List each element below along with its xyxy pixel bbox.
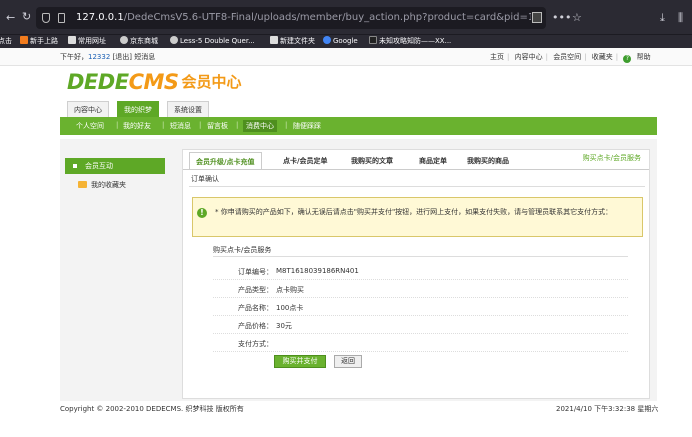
order-confirm-title: 订单确认: [191, 175, 219, 183]
tab-upgrade-recharge[interactable]: 会员升级/点卡充值: [189, 152, 262, 170]
buy-card-link[interactable]: 购买点卡/会员服务: [583, 153, 641, 163]
member-topbar: 下午好，12332 [退出] 短消息 主页 | 内容中心 | 会员空间 | 收藏夹 | …: [0, 48, 692, 66]
product-name: 100点卡: [276, 304, 304, 312]
firefox-icon: [20, 36, 28, 44]
bookmark-star-icon[interactable]: ☆: [572, 11, 582, 24]
shield-icon: [42, 13, 50, 23]
bookmarks-bar: 点击 新手上路 常用网址 京东商城 Less-5 Double Quer... …: [0, 34, 692, 48]
divider: [189, 186, 645, 187]
globe-icon: [120, 36, 128, 44]
bookmark-folder[interactable]: 新建文件夹: [270, 36, 315, 46]
product-price: 30元: [276, 322, 292, 330]
tab-product-orders[interactable]: 商品定单: [413, 152, 453, 170]
detail-row: 订单编号： M8T1618039186RN401: [213, 262, 628, 280]
bookmark-item[interactable]: 京东商城: [120, 36, 158, 46]
google-icon: [323, 36, 331, 44]
browser-toolbar: ← ↻ 127.0.0.1/DedeCmsV5.6-UTF8-Final/upl…: [0, 0, 692, 34]
back-icon[interactable]: ←: [6, 12, 15, 23]
greeting: 下午好，12332 [退出] 短消息: [60, 53, 156, 61]
link-member-space[interactable]: 会员空间: [553, 53, 581, 61]
link-content-center[interactable]: 内容中心: [515, 53, 543, 61]
site-icon: [369, 36, 377, 44]
subnav-guestbook[interactable]: 留言板: [207, 121, 228, 131]
sidebar-item-member-interaction[interactable]: 会员互动: [65, 158, 165, 174]
subnav-my-friends[interactable]: 我的好友: [123, 121, 151, 131]
help-icon: ?: [623, 55, 632, 63]
page-info-icon[interactable]: [58, 13, 65, 23]
more-options-icon[interactable]: •••: [552, 11, 571, 24]
tab-purchased-articles[interactable]: 我购买的文章: [345, 152, 399, 170]
tab-system-settings[interactable]: 系统设置: [167, 101, 209, 117]
notice-text: * 你申请购买的产品如下，确认无误后请点击"购买并支付"按钮，进行网上支付，如果…: [215, 208, 613, 216]
top-links: 主页 | 内容中心 | 会员空间 | 收藏夹 | ? 帮助: [490, 53, 651, 63]
bookmark-folder[interactable]: 常用网址: [68, 36, 106, 46]
bookmark-item[interactable]: 未知攻略知防——XX...: [369, 36, 451, 46]
sidebar: 会员互动 我的收藏夹: [65, 158, 165, 193]
user-id-link[interactable]: 12332: [88, 53, 110, 61]
reload-icon[interactable]: ↻: [22, 11, 31, 22]
tab-purchased-products[interactable]: 我购买的商品: [461, 152, 515, 170]
page: 下午好，12332 [退出] 短消息 主页 | 内容中心 | 会员空间 | 收藏夹 | …: [0, 48, 692, 437]
download-icon[interactable]: ⤓: [660, 11, 665, 25]
folder-icon: [68, 36, 76, 44]
tab-content-center[interactable]: 内容中心: [67, 101, 109, 117]
tab-card-orders[interactable]: 点卡/会员定单: [277, 152, 334, 170]
detail-row: 产品名称： 100点卡: [213, 298, 628, 316]
order-details: 订单编号： M8T1618039186RN401 产品类型： 点卡购买 产品名称： 1…: [213, 262, 628, 352]
folder-icon: [78, 181, 87, 188]
url-bar[interactable]: 127.0.0.1/DedeCmsV5.6-UTF8-Final/uploads…: [36, 7, 546, 29]
bookmark-item[interactable]: Google: [323, 36, 358, 45]
order-number: M8T1618039186RN401: [276, 267, 359, 275]
library-icon[interactable]: ⫼: [678, 11, 683, 25]
tabs-divider: [183, 169, 649, 170]
footer-datetime: 2021/4/10 下午3:32:38 星期六: [556, 405, 659, 413]
divider: [213, 256, 628, 257]
url-text[interactable]: 127.0.0.1/DedeCmsV5.6-UTF8-Final/uploads…: [76, 12, 531, 23]
sub-nav: 个人空间 | 我的好友 | 短消息 | 留言板 | 消费中心 | 随便踩踩: [60, 117, 657, 135]
sidebar-item-favorites[interactable]: 我的收藏夹: [65, 177, 165, 193]
subnav-messages[interactable]: 短消息: [170, 121, 191, 131]
detail-row: 支付方式：: [213, 334, 628, 352]
globe-icon: [170, 36, 178, 44]
bookmark-item[interactable]: 新手上路: [20, 36, 58, 46]
exclamation-icon: !: [197, 208, 207, 218]
tab-my-dream[interactable]: 我的织梦: [117, 101, 159, 117]
dedecms-logo[interactable]: DEDECMS 会员中心: [67, 70, 242, 94]
subnav-random-browse[interactable]: 随便踩踩: [293, 121, 321, 131]
section-title: 购买点卡/会员服务: [213, 246, 272, 254]
subnav-personal-space[interactable]: 个人空间: [76, 121, 104, 131]
link-favorites[interactable]: 收藏夹: [592, 53, 613, 61]
product-type: 点卡购买: [276, 286, 304, 294]
detail-row: 产品价格： 30元: [213, 316, 628, 334]
bullet-icon: [73, 164, 77, 168]
bookmark-item[interactable]: Less-5 Double Quer...: [170, 36, 255, 45]
link-help[interactable]: 帮助: [637, 53, 651, 61]
buy-and-pay-button[interactable]: 购买并支付: [274, 355, 326, 368]
footer-copyright: Copyright © 2002-2010 DEDECMS. 织梦科技 版权所有: [60, 405, 244, 413]
back-button[interactable]: 返回: [334, 355, 362, 368]
subnav-consumer-center[interactable]: 消费中心: [243, 120, 277, 132]
folder-icon: [270, 36, 278, 44]
bookmark-item[interactable]: 点击: [0, 36, 12, 46]
notice-box: ! * 你申请购买的产品如下，确认无误后请点击"购买并支付"按钮，进行网上支付，…: [192, 197, 643, 237]
link-home[interactable]: 主页: [490, 53, 504, 61]
detail-row: 产品类型： 点卡购买: [213, 280, 628, 298]
reader-view-icon[interactable]: [532, 12, 542, 23]
content-panel: 会员升级/点卡充值 点卡/会员定单 我购买的文章 商品定单 我购买的商品 购买点…: [182, 149, 650, 399]
